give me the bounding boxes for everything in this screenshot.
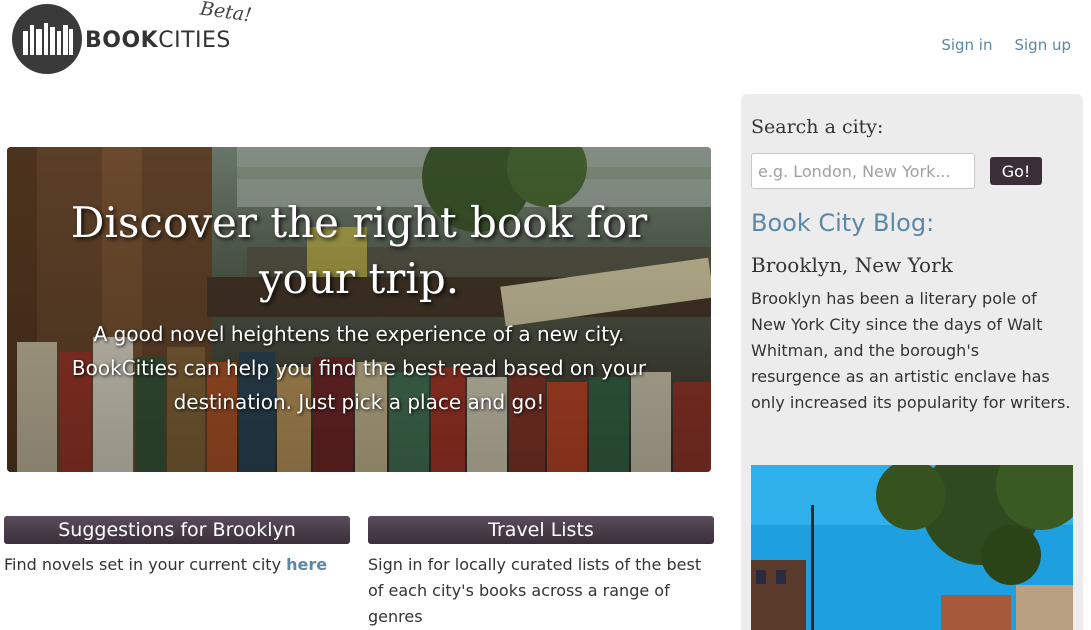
go-button[interactable]: Go! <box>990 157 1042 185</box>
blog-post-image[interactable] <box>751 465 1073 630</box>
beta-badge: Beta! <box>198 0 254 27</box>
hero-banner: Discover the right book for your trip. A… <box>7 147 711 472</box>
logo-wordmark: BOOKCITIES <box>85 28 231 53</box>
search-row: Go! <box>751 153 1073 189</box>
site-logo[interactable]: BOOKCITIES Beta! <box>12 0 262 74</box>
hero-subtitle: A good novel heightens the experience of… <box>71 322 647 414</box>
suggestions-heading: Suggestions for Brooklyn <box>4 516 350 544</box>
logo-books-icon <box>12 4 82 74</box>
city-search-input[interactable] <box>751 153 975 189</box>
travel-lists-heading: Travel Lists <box>368 516 714 544</box>
sign-in-link[interactable]: Sign in <box>941 36 992 54</box>
travel-lists-panel: Travel Lists Sign in for locally curated… <box>368 516 714 630</box>
suggestions-text: Find novels set in your current city her… <box>4 555 328 574</box>
sign-up-link[interactable]: Sign up <box>1014 36 1071 54</box>
sidebar: Search a city: Go! Book City Blog: Brook… <box>741 94 1083 630</box>
hero-title: Discover the right book for your trip. <box>70 198 648 303</box>
travel-lists-text: Sign in for locally curated lists of the… <box>368 555 702 626</box>
suggestions-panel: Suggestions for Brooklyn Find novels set… <box>4 516 350 578</box>
search-label: Search a city: <box>751 116 884 138</box>
suggestions-here-link[interactable]: here <box>286 555 327 574</box>
blog-heading: Book City Blog: <box>751 209 935 237</box>
top-nav: Sign in Sign up <box>941 36 1071 54</box>
blog-post-title[interactable]: Brooklyn, New York <box>751 253 1073 277</box>
blog-post-excerpt: Brooklyn has been a literary pole of New… <box>751 289 1071 412</box>
